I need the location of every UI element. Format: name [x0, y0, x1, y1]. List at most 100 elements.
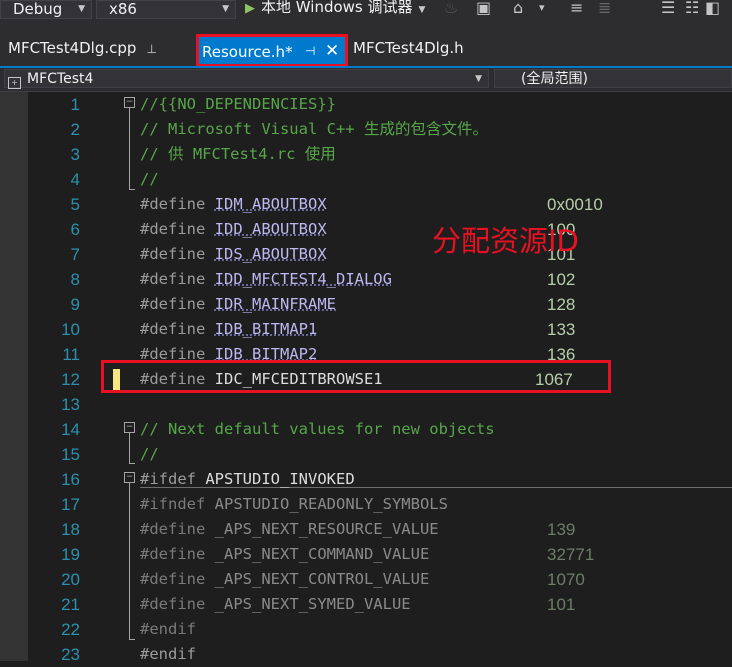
macro-value: 133: [547, 320, 576, 339]
bookmark-prev-icon[interactable]: ◧: [705, 0, 720, 18]
tab-label: MFCTest4Dlg.h: [353, 39, 464, 57]
line-number: 13: [61, 395, 80, 414]
preprocessor-keyword: #define: [140, 545, 206, 563]
macro-name: IDD_MFCTEST4_DIALOG: [214, 270, 392, 288]
scope-dropdown[interactable]: (全局范围): [494, 69, 732, 88]
line-number: 12: [61, 370, 80, 389]
close-icon[interactable]: ✕: [325, 41, 339, 61]
platform-dropdown[interactable]: x86 ▼: [96, 0, 236, 19]
toolbar: Debug ▼ x86 ▼ ▶ 本地 Windows 调试器 ▼ ♨ ▣ ⌂ ▾ ≡…: [0, 0, 732, 31]
code-line: 13: [28, 392, 732, 417]
annotation-label: 分配资源ID: [432, 224, 579, 258]
macro-value: 32771: [547, 545, 595, 564]
line-number: 16: [61, 470, 80, 489]
line-number: 20: [61, 570, 80, 589]
code-line: 21 #define _APS_NEXT_SYMED_VALUE 101: [28, 592, 732, 617]
project-name: MFCTest4: [27, 71, 94, 87]
tab-label: Resource.h*: [202, 43, 293, 61]
code-line: 22 #endif: [28, 617, 732, 642]
bookmark-icon[interactable]: ☰: [661, 0, 675, 18]
code-line: 15 //: [28, 442, 732, 467]
tab-mfctest4dlg-cpp[interactable]: MFCTest4Dlg.cpp ⊥: [8, 39, 157, 57]
pin-icon[interactable]: ⊥: [146, 42, 156, 56]
start-debugging-button[interactable]: ▶ 本地 Windows 调试器 ▼: [245, 0, 425, 20]
code-text: //{{NO_DEPENDENCIES}}: [140, 95, 336, 113]
code-line: 4 //: [28, 167, 732, 192]
line-number: 3: [70, 145, 80, 164]
macro-name: _APS_NEXT_CONTROL_VALUE: [214, 570, 430, 588]
indicator-margin: [0, 92, 28, 661]
macro-value: 0x0010: [547, 195, 603, 214]
macro-name: APSTUDIO_READONLY_SYMBOLS: [214, 495, 448, 513]
preprocessor-keyword: #define: [140, 570, 206, 588]
tab-label: MFCTest4Dlg.cpp: [8, 39, 137, 57]
macro-name: IDR_MAINFRAME: [214, 295, 336, 313]
line-number: 4: [70, 170, 80, 189]
line-number: 5: [70, 195, 80, 214]
solution-config-label: Debug: [13, 0, 63, 18]
code-line: 18 #define _APS_NEXT_RESOURCE_VALUE 139: [28, 517, 732, 542]
preprocessor-keyword: #ifndef: [140, 495, 206, 513]
scope-label: (全局范围): [521, 71, 588, 87]
solution-config-dropdown[interactable]: Debug ▼: [0, 0, 92, 19]
code-line: 2 // Microsoft Visual C++ 生成的包含文件。: [28, 117, 732, 142]
chevron-down-icon: ▼: [78, 4, 85, 14]
code-text: // Microsoft Visual C++ 生成的包含文件。: [140, 120, 488, 138]
preprocessor-keyword: #endif: [140, 645, 196, 663]
code-line: 19 #define _APS_NEXT_COMMAND_VALUE 32771: [28, 542, 732, 567]
code-line: 6 #define IDD_ABOUTBOX 100: [28, 217, 732, 242]
fire-icon[interactable]: ♨: [444, 0, 458, 18]
macro-name: _APS_NEXT_SYMED_VALUE: [214, 595, 411, 613]
chevron-down-icon: ▼: [475, 74, 482, 84]
code-line: 7 #define IDS_ABOUTBOX 101: [28, 242, 732, 267]
navigation-bar: + MFCTest4 ▼ (全局范围): [0, 68, 732, 92]
project-dropdown[interactable]: + MFCTest4 ▼: [4, 69, 489, 89]
macro-value: 101: [547, 595, 576, 614]
tab-mfctest4dlg-h[interactable]: MFCTest4Dlg.h: [353, 39, 464, 57]
code-line: 8 #define IDD_MFCTEST4_DIALOG 102: [28, 267, 732, 292]
platform-label: x86: [109, 0, 137, 18]
bookmark-next-icon[interactable]: ☷: [685, 0, 699, 18]
pin-icon[interactable]: ⊣: [305, 44, 315, 58]
code-line: 14 // Next default values for new object…: [28, 417, 732, 442]
format-icon[interactable]: ▾: [539, 0, 545, 18]
line-number: 2: [70, 120, 80, 139]
code-line: 10 #define IDB_BITMAP1 133: [28, 317, 732, 342]
line-number: 15: [61, 445, 80, 464]
line-number: 14: [61, 420, 80, 439]
macro-name: IDM_ABOUTBOX: [214, 195, 327, 213]
line-number: 6: [70, 220, 80, 239]
line-number: 17: [61, 495, 80, 514]
tab-resource-h[interactable]: Resource.h* ⊣ ✕: [196, 34, 348, 67]
macro-name: _APS_NEXT_RESOURCE_VALUE: [214, 520, 439, 538]
comment-icon[interactable]: ≡: [570, 0, 583, 18]
code-editor[interactable]: − − − 1 //{{NO_DEPENDENCIES}} 2 // Micro…: [0, 92, 732, 664]
macro-value: 102: [547, 270, 576, 289]
preprocessor-keyword: #define: [140, 320, 206, 338]
code-line: 16 #ifdef APSTUDIO_INVOKED: [28, 467, 732, 492]
macro-name: _APS_NEXT_COMMAND_VALUE: [214, 545, 430, 563]
line-number: 9: [70, 295, 80, 314]
preprocessor-keyword: #define: [140, 245, 206, 263]
line-number: 11: [62, 345, 80, 364]
line-number: 19: [61, 545, 80, 564]
preprocessor-keyword: #define: [140, 595, 206, 613]
code-line: 9 #define IDR_MAINFRAME 128: [28, 292, 732, 317]
start-debugging-label: 本地 Windows 调试器: [261, 0, 413, 16]
code-text: // Next default values for new objects: [140, 420, 495, 438]
uncomment-icon[interactable]: ≣: [598, 0, 611, 18]
code-line: 1 //{{NO_DEPENDENCIES}}: [28, 92, 732, 117]
line-number: 10: [61, 320, 80, 339]
code-text: //: [140, 170, 159, 188]
project-icon: +: [8, 77, 21, 89]
browse-icon[interactable]: ▣: [476, 0, 491, 18]
code-line: 20 #define _APS_NEXT_CONTROL_VALUE 1070: [28, 567, 732, 592]
home-icon[interactable]: ⌂: [513, 0, 523, 18]
line-number: 22: [61, 620, 80, 639]
preprocessor-keyword: #define: [140, 270, 206, 288]
code-text: //: [140, 445, 159, 463]
line-number: 23: [61, 645, 80, 664]
macro-name: IDB_BITMAP1: [214, 320, 318, 338]
macro-value: 139: [547, 520, 576, 539]
code-line: 17 #ifndef APSTUDIO_READONLY_SYMBOLS: [28, 492, 732, 517]
